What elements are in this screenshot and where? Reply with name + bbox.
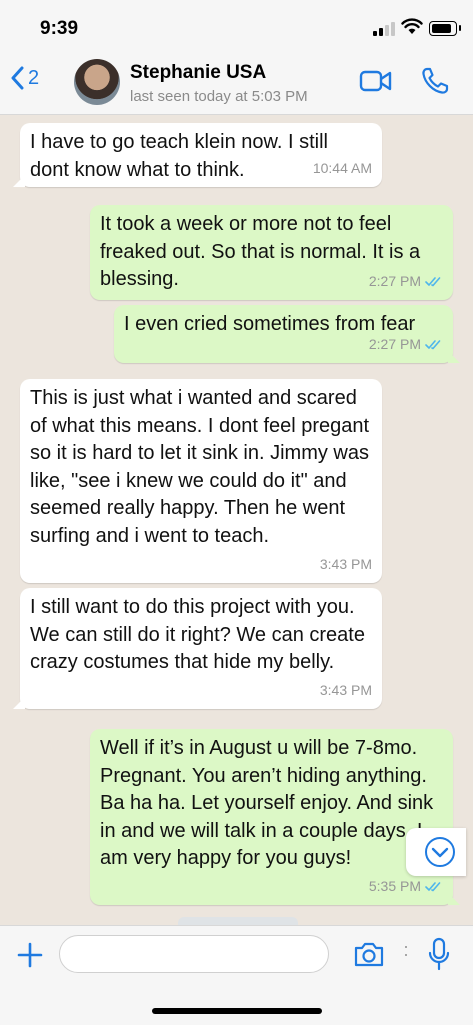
- message-time: 2:27 PM: [368, 272, 421, 289]
- message-bubble-outgoing[interactable]: Well if it’s in August u will be 7-8mo. …: [90, 729, 460, 905]
- message-text: I still want to do this project with you…: [30, 596, 365, 673]
- signal-icon: [373, 22, 395, 36]
- last-seen-status: last seen today at 5:03 PM: [130, 88, 308, 105]
- phone-icon[interactable]: [420, 66, 450, 96]
- message-bubble-incoming[interactable]: This is just what i wanted and scared of…: [20, 379, 382, 583]
- back-button[interactable]: 2: [10, 66, 39, 90]
- microphone-icon[interactable]: [428, 937, 450, 973]
- double-check-icon: [425, 881, 441, 892]
- date-separator: [178, 917, 298, 925]
- status-bar: 9:39: [0, 0, 473, 56]
- message-time: 5:35 PM: [368, 877, 421, 894]
- message-bubble-incoming[interactable]: I have to go teach klein now. I still do…: [13, 123, 382, 187]
- contact-name[interactable]: Stephanie USA: [130, 62, 266, 84]
- unread-count: 2: [28, 66, 40, 89]
- message-bubble-outgoing[interactable]: It took a week or more not to feel freak…: [90, 205, 453, 300]
- video-camera-icon[interactable]: [359, 69, 393, 93]
- message-time: 2:27 PM: [368, 335, 421, 352]
- wifi-icon: [401, 18, 423, 34]
- double-check-icon: [425, 276, 441, 287]
- message-input[interactable]: [59, 935, 329, 973]
- chat-header: 2 Stephanie USA last seen today at 5:03 …: [0, 56, 473, 115]
- battery-icon: [429, 21, 461, 36]
- message-bubble-outgoing[interactable]: I even cried sometimes from fear 2:27 PM: [114, 305, 460, 363]
- plus-icon[interactable]: [17, 942, 43, 968]
- camera-icon[interactable]: [353, 940, 385, 968]
- message-time: 3:43 PM: [319, 681, 372, 698]
- chat-area[interactable]: I have to go teach klein now. I still do…: [0, 115, 473, 925]
- status-time: 9:39: [40, 18, 79, 39]
- message-text: Well if it’s in August u will be 7-8mo. …: [100, 737, 434, 869]
- avatar[interactable]: [74, 59, 120, 105]
- double-check-icon: [425, 339, 441, 350]
- chevron-down-circle-icon: [425, 837, 455, 867]
- message-time: 3:43 PM: [319, 555, 372, 572]
- message-time: 10:44 AM: [312, 159, 372, 176]
- more-options-icon[interactable]: · ·: [403, 937, 409, 963]
- chevron-left-icon: [11, 66, 24, 90]
- home-indicator: [152, 1008, 322, 1014]
- message-bubble-incoming[interactable]: I still want to do this project with you…: [13, 588, 382, 709]
- input-bar: · ·: [0, 925, 473, 1025]
- scroll-to-bottom-button[interactable]: [406, 828, 466, 876]
- message-text: This is just what i wanted and scared of…: [30, 387, 370, 547]
